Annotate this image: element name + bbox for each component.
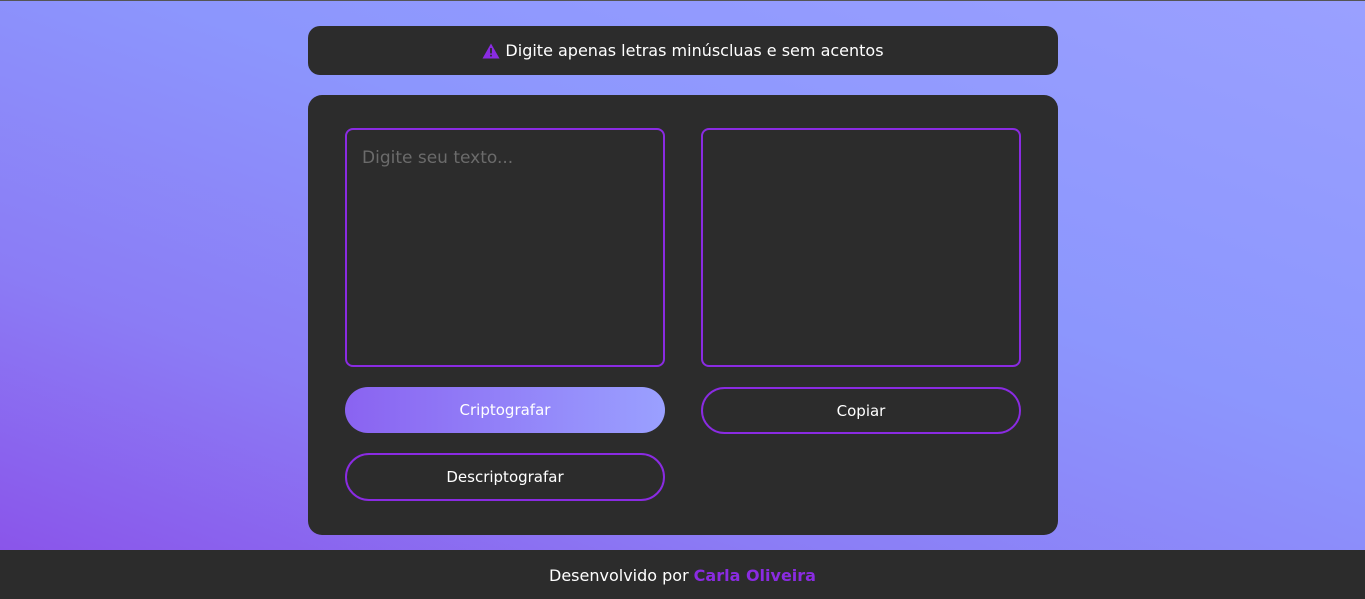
input-textarea[interactable]	[345, 128, 665, 367]
author-link[interactable]: Carla Oliveira	[694, 566, 816, 585]
output-textarea[interactable]	[701, 128, 1021, 367]
decrypt-button[interactable]: Descriptografar	[345, 453, 665, 501]
warning-triangle-icon	[482, 43, 500, 59]
copy-button[interactable]: Copiar	[701, 387, 1021, 434]
footer: Desenvolvido por Carla Oliveira	[0, 550, 1365, 599]
footer-text: Desenvolvido por	[549, 565, 689, 585]
main-panel: Criptografar Copiar Descriptografar	[308, 95, 1058, 535]
encrypt-button[interactable]: Criptografar	[345, 387, 665, 433]
warning-notice-text: Digite apenas letras minúscluas e sem ac…	[505, 41, 884, 60]
warning-notice: Digite apenas letras minúscluas e sem ac…	[308, 26, 1058, 75]
